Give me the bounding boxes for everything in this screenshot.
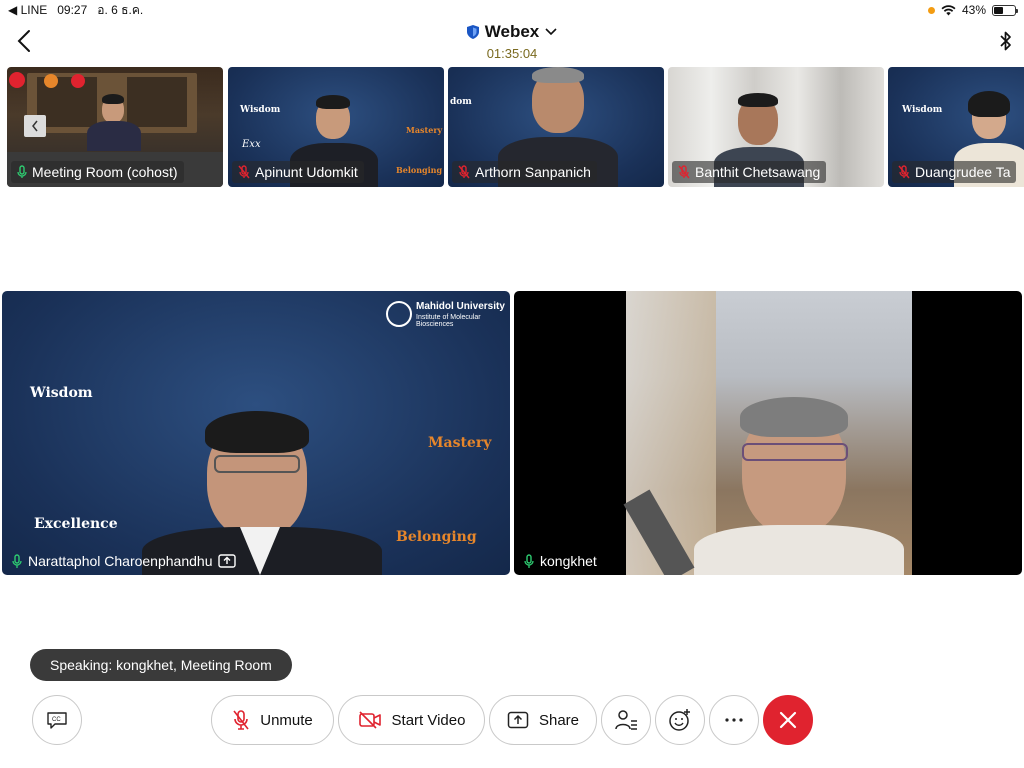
participant-name-tag: Apinunt Udomkit [232,161,364,183]
shield-icon [466,25,479,39]
excellence-label: Excellence [34,516,118,532]
participant-name-tag: Meeting Room (cohost) [11,161,184,183]
participant-strip[interactable]: Meeting Room (cohost) Wisdom Mastery Bel… [7,67,1024,187]
mic-on-icon [12,553,22,568]
mic-muted-icon [233,710,249,730]
closed-captions-icon: CC [47,712,67,729]
mic-muted-icon [898,165,910,179]
mic-muted-icon [238,165,250,179]
share-button[interactable]: Share [489,695,597,745]
mic-muted-icon [678,165,690,179]
mic-muted-icon [458,165,470,179]
battery-icon [992,4,1018,16]
signal-icon [44,74,58,88]
back-to-app-link[interactable]: ◀ LINE [8,3,47,17]
more-options-button[interactable] [709,695,759,745]
close-icon [779,711,797,729]
mic-on-icon [524,553,534,568]
meeting-timer: 01:35:04 [486,46,538,61]
active-speaker-banner: Speaking: kongkhet, Meeting Room [30,649,292,681]
more-dots-icon [725,718,743,722]
university-logo-icon [386,301,412,327]
participants-icon [615,710,637,730]
participant-thumbnail[interactable]: Meeting Room (cohost) [7,67,223,187]
mic-on-icon [17,165,27,178]
video-off-icon [358,711,381,729]
video-tile-speaker[interactable]: kongkhet [514,291,1022,575]
closed-captions-button[interactable]: CC [32,695,82,745]
chevron-left-icon [32,120,38,132]
meeting-controls: CC Unmute Start Video Share [0,695,1024,745]
record-dot-icon [71,74,85,88]
meeting-title-dropdown[interactable]: Webex [466,22,558,42]
participant-name-tag: Banthit Chetsawang [672,161,827,183]
participant-thumbnail[interactable]: Banthit Chetsawang [668,67,884,187]
bluetooth-icon[interactable] [998,30,1014,52]
meeting-header: Webex 01:35:04 [0,20,1024,64]
mic-in-use-indicator-icon [927,6,935,14]
belonging-label: Belonging [396,529,477,545]
status-bar: ◀ LINE 09:27 อ. 6 ธ.ค. 43% [0,0,1024,20]
mastery-label: Mastery [428,435,492,451]
participants-button[interactable] [601,695,651,745]
unmute-button[interactable]: Unmute [211,695,334,745]
video-tile-name-tag: Narattaphol Charoenphandhu [12,553,237,569]
chevron-down-icon [545,28,557,36]
participant-thumbnail[interactable]: Wisdom Mastery Belonging Exx Apinunt Udo… [228,67,444,187]
status-time: 09:27 [57,3,88,17]
participant-name-tag: Duangrudee Ta [892,161,1017,183]
video-tile-name-tag: kongkhet [524,553,597,569]
svg-text:CC: CC [52,717,61,723]
reactions-button[interactable] [655,695,705,745]
share-screen-icon [507,711,529,729]
institution-label: Mahidol University [416,301,505,312]
wifi-icon [941,4,956,15]
participant-name-tag: Arthorn Sanpanich [452,161,597,183]
video-tile-active-sharer[interactable]: Mahidol University Institute of Molecula… [2,291,510,575]
meeting-title: Webex [484,22,540,41]
battery-percent: 43% [961,3,986,17]
institution-sub-label: Institute of Molecular Biosciences [416,314,481,328]
emoji-add-icon [669,709,690,731]
screen-share-icon [218,554,237,568]
start-video-button[interactable]: Start Video [338,695,485,745]
recording-icon [9,72,25,88]
wisdom-label: Wisdom [30,385,93,401]
leave-meeting-button[interactable] [763,695,813,745]
participant-thumbnail[interactable]: Wisdom Duangrudee Ta [888,67,1024,187]
status-date: อ. 6 ธ.ค. [97,2,144,17]
scroll-left-button[interactable] [24,115,46,137]
participant-thumbnail[interactable]: dom Arthorn Sanpanich [448,67,664,187]
